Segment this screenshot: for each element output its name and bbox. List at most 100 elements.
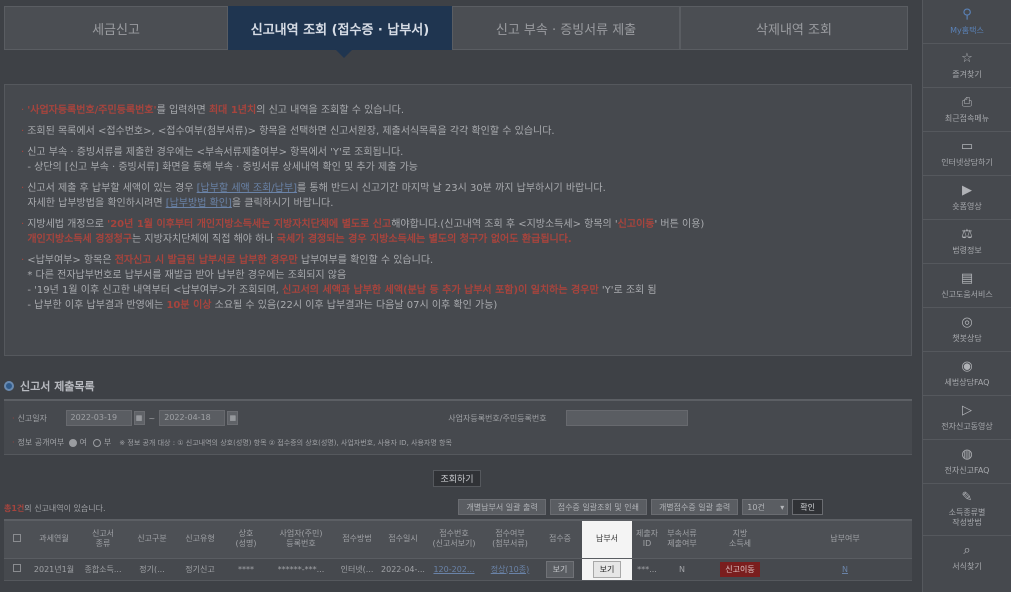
view-receipt-button[interactable]: 보기	[545, 560, 575, 578]
table-header-row: 과세연월 신고서 종류 신고구분 신고유형 상호 (성명) 사업자(주민) 등록…	[4, 519, 912, 559]
confirm-button[interactable]: 확인	[792, 499, 823, 515]
faq-icon: ◍	[961, 446, 973, 462]
payment-slip-cell: 보기	[582, 558, 632, 581]
notice-line: 자세한 납부방법을 확인하시려면 [납부방법 확인]을 클릭하시기 바랍니다.	[27, 198, 334, 209]
local-tax-cell: 신고이동	[702, 558, 778, 581]
receipt-cell: 보기	[538, 558, 582, 581]
table-cell: 인터넷(...	[334, 558, 380, 581]
receipt-status-link-cell: 정상(10종)	[482, 558, 538, 581]
table-cell: ****	[224, 558, 268, 581]
sidebar-item-my-hometax[interactable]: ⚲ My홈택스	[923, 0, 1011, 44]
receipt-number-link-cell: 120-202...	[426, 558, 482, 581]
search-icon: ⌕	[963, 543, 971, 558]
play-icon: ▶	[962, 182, 972, 198]
sidebar-item-shortform[interactable]: ▶ 숏폼영상	[923, 176, 1011, 220]
star-icon: ☆	[961, 50, 973, 66]
header-cell: 사업자(주민) 등록번호	[268, 519, 334, 559]
header-cell: 신고유형	[176, 519, 224, 559]
bulk-payment-print-button[interactable]: 개별납부서 일괄 출력	[458, 499, 546, 515]
table-cell: 정기(...	[128, 558, 176, 581]
notice-line: - 납부한 이후 납부결과 반영에는 10분 이상 소요될 수 있음(22시 이…	[27, 300, 498, 311]
table-row: 2021년1월 종합소득... 정기(... 정기신고 **** ******-…	[4, 558, 912, 581]
header-cell: 접수방법	[334, 519, 380, 559]
sidebar-item-efiling-video[interactable]: ▷ 전자신고동영상	[923, 396, 1011, 440]
sidebar-item-income-guide[interactable]: ✎ 소득종류별 작성방법	[923, 484, 1011, 536]
tax-payment-link[interactable]: [납부할 세액 조회/납부]	[197, 183, 297, 194]
tab-filing-history[interactable]: 신고내역 조회 (접수증 · 납부서)	[228, 6, 452, 58]
biz-number-input[interactable]	[566, 410, 689, 426]
calendar-icon[interactable]: ▦	[133, 411, 145, 425]
sidebar-item-online-consult[interactable]: ▭ 인터넷상담하기	[923, 132, 1011, 176]
notice-line: · <납부여부> 항목은 전자신고 시 발급된 납부서로 납부한 경우만 납부여부…	[21, 255, 434, 266]
chat-icon: ◉	[961, 358, 973, 374]
filter-panel: · 신고일자 2022-03-19 ▦ ~ 2022-04-18 ▦ 사업자등록번…	[4, 399, 912, 455]
section-title: 신고서 제출목록	[4, 378, 95, 394]
right-sidebar: ⚲ My홈택스 ☆ 즐겨찾기 ⎙ 최근접속메뉴 ▭ 인터넷상담하기 ▶ 숏폼영상 ⚖ 법령정…	[922, 0, 1011, 592]
receipt-number-link[interactable]: 120-202...	[433, 565, 474, 574]
header-cell: 접수번호 (신고서보기)	[426, 519, 482, 559]
sidebar-item-help-service[interactable]: ▤ 신고도움서비스	[923, 264, 1011, 308]
table-cell: ***...	[632, 558, 662, 581]
search-button[interactable]: 조회하기	[433, 470, 481, 487]
tab-attachment-submit[interactable]: 신고 부속 · 증빙서류 제출	[452, 6, 680, 50]
section-bullet-icon	[4, 381, 14, 391]
video-icon: ▷	[962, 402, 972, 418]
sidebar-item-law-info[interactable]: ⚖ 법령정보	[923, 220, 1011, 264]
sidebar-item-recent[interactable]: ⎙ 최근접속메뉴	[923, 88, 1011, 132]
receipt-status-link[interactable]: 정상(10종)	[491, 565, 530, 574]
tab-tax-filing[interactable]: 세금신고	[4, 6, 228, 50]
table-cell: 정기신고	[176, 558, 224, 581]
date-to-input[interactable]: 2022-04-18	[159, 410, 226, 426]
header-cell: 접수일시	[380, 519, 426, 559]
notice-line: · 신고서 제출 후 납부할 세액이 있는 경우 [납부할 세액 조회/납부]를 …	[21, 183, 606, 194]
bulk-individual-receipt-button[interactable]: 개별접수증 일괄 출력	[650, 499, 739, 515]
header-cell-payment-slip: 납부서	[582, 519, 632, 559]
header-cell: 제출자 ID	[632, 519, 662, 559]
sidebar-item-efiling-faq[interactable]: ◍ 전자신고FAQ	[923, 440, 1011, 484]
sidebar-item-chatbot[interactable]: ◎ 챗봇상담	[923, 308, 1011, 352]
notice-line: - 상단의 [신고 부속 · 증빙서류] 화면을 통해 부속 · 증빙서류 상세…	[27, 162, 418, 173]
report-move-button[interactable]: 신고이동	[720, 561, 760, 577]
tab-deleted-history[interactable]: 삭제내역 조회	[680, 6, 908, 50]
sidebar-item-favorites[interactable]: ☆ 즐겨찾기	[923, 44, 1011, 88]
header-cell: 접수증	[538, 519, 582, 559]
bulk-receipt-print-button[interactable]: 접수증 일괄조회 및 인쇄	[549, 499, 647, 515]
radio-no[interactable]	[92, 438, 101, 447]
notice-line: · 지방세법 개정으로 '20년 1월 이후부터 개인지방소득세는 지방자치단체에…	[21, 219, 705, 230]
row-checkbox[interactable]	[4, 558, 30, 581]
page-size-select[interactable]: 10건 ▾	[742, 499, 789, 515]
sidebar-item-form-search[interactable]: ⌕ 서식찾기	[923, 536, 1011, 580]
payment-status-cell: N	[778, 558, 912, 581]
monitor-icon: ▭	[960, 138, 974, 154]
radio-yes[interactable]	[68, 438, 77, 447]
main-page: 세금신고 신고내역 조회 (접수증 · 납부서) 신고 부속 · 증빙서류 제출…	[0, 0, 922, 592]
table-cell: 2021년1월	[30, 558, 78, 581]
book-icon: ▤	[960, 270, 974, 286]
date-from-input[interactable]: 2022-03-19	[65, 410, 132, 426]
header-cell: 상호 (성명)	[224, 519, 268, 559]
notice-line: · 조회된 목록에서 <접수번호>, <접수여부(첨부서류)> 항목을 선택하면 …	[21, 126, 555, 137]
filter-row-open: · 정보 공개여부 여 부 ※ 정보 공개 대상 : ① 신고내역의 상호(성명)…	[12, 438, 452, 447]
filing-table: 과세연월 신고서 종류 신고구분 신고유형 상호 (성명) 사업자(주민) 등록…	[4, 519, 912, 581]
calendar-icon[interactable]: ▦	[227, 411, 239, 425]
view-payment-slip-button[interactable]: 보기	[592, 560, 622, 578]
header-cell: 과세연월	[30, 519, 78, 559]
header-checkbox[interactable]	[4, 519, 30, 559]
list-toolbar: 개별납부서 일괄 출력 접수증 일괄조회 및 인쇄 개별접수증 일괄 출력 10…	[458, 499, 823, 515]
header-cell: 부속서류 제출여부	[662, 519, 702, 559]
table-cell: ******-***...	[268, 558, 334, 581]
payment-status-link[interactable]: N	[842, 565, 848, 574]
edit-icon: ✎	[961, 490, 973, 505]
gavel-icon: ⚖	[961, 226, 973, 242]
filter-row-date: · 신고일자 2022-03-19 ▦ ~ 2022-04-18 ▦ 사업자등록번…	[12, 410, 904, 426]
header-cell: 납부여부	[778, 519, 912, 559]
result-count: 총1건의 신고내역이 있습니다.	[4, 504, 106, 513]
recent-icon: ⎙	[961, 94, 973, 110]
table-cell: N	[662, 558, 702, 581]
notice-line: * 다른 전자납부번호로 납부서를 재발급 받아 납부한 경우에는 조회되지 않…	[27, 270, 347, 281]
sidebar-item-tax-faq[interactable]: ◉ 세법상담FAQ	[923, 352, 1011, 396]
notice-box: · '사업자등록번호/주민등록번호'를 입력하면 최대 1년치의 신고 내역을 조…	[4, 84, 912, 356]
top-tabs: 세금신고 신고내역 조회 (접수증 · 납부서) 신고 부속 · 증빙서류 제출…	[4, 6, 914, 58]
payment-method-link[interactable]: [납부방법 확인]	[166, 198, 232, 209]
person-icon: ⚲	[962, 6, 972, 22]
